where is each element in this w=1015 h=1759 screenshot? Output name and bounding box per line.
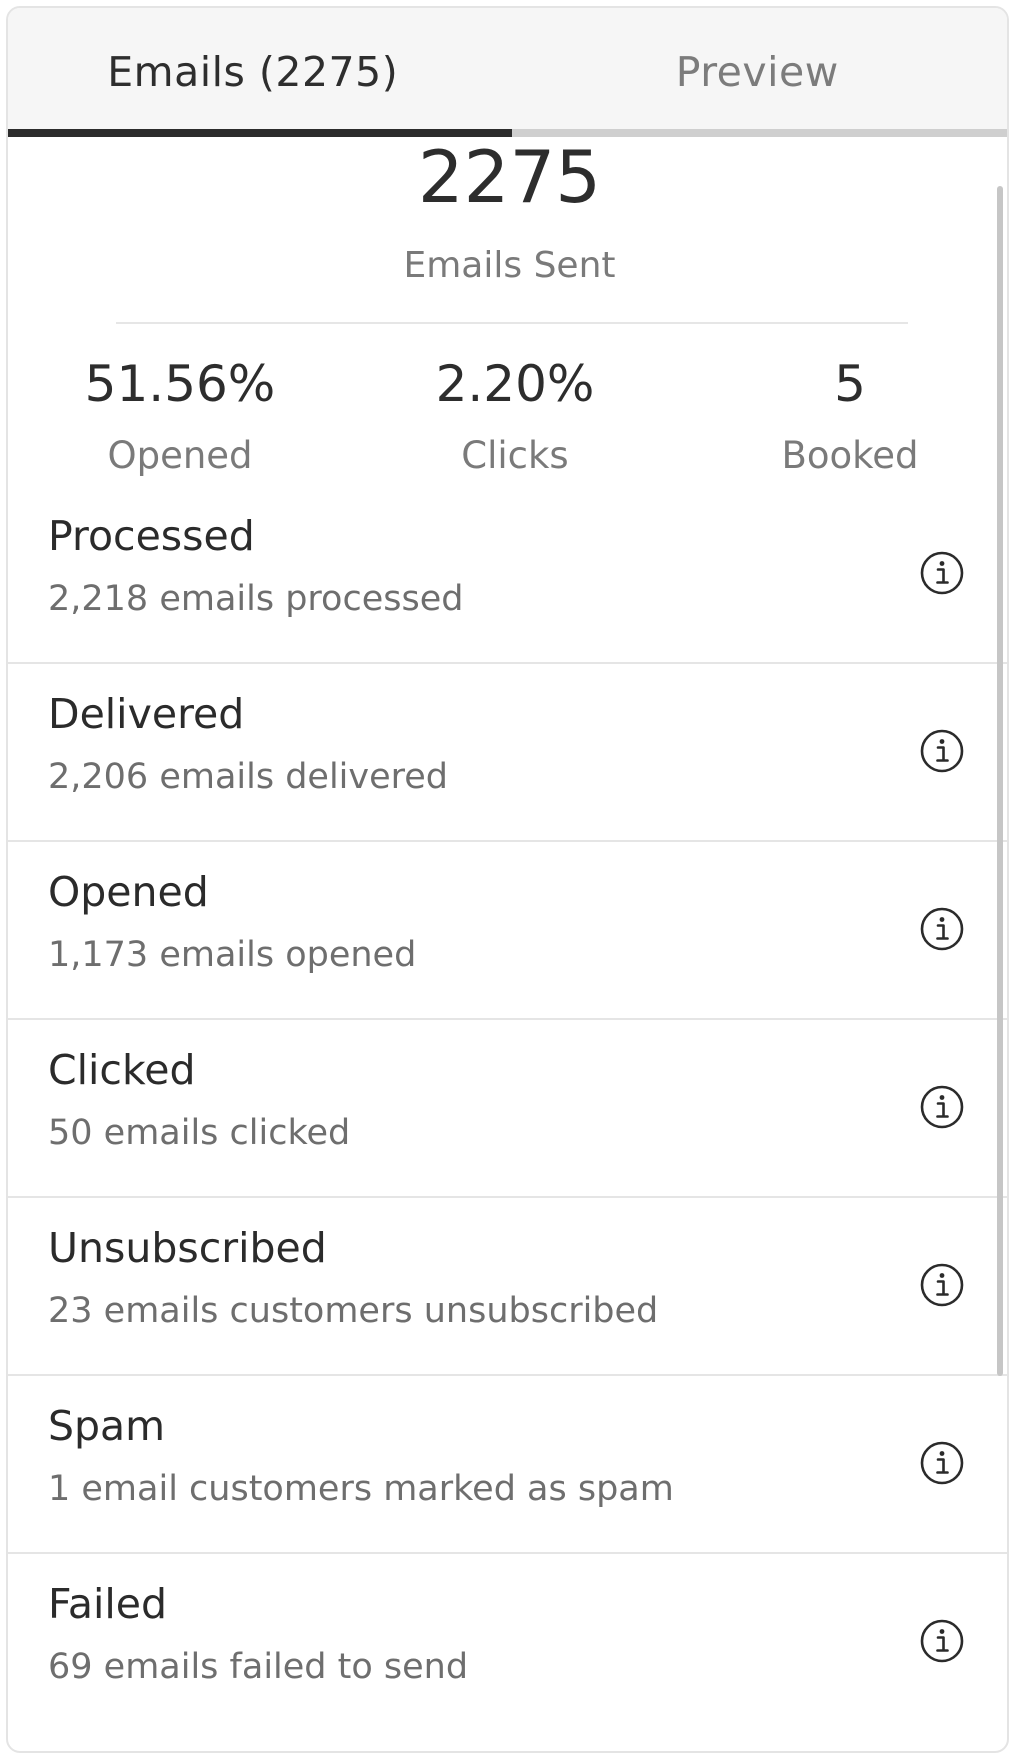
stat-opened: 51.56% Opened [30,359,330,474]
stat-booked-value: 5 [834,355,866,413]
status-row-opened: Opened 1,173 emails opened [8,842,1007,1020]
status-row-failed: Failed 69 emails failed to send [8,1554,1007,1732]
email-stats-content: 2275 Emails Sent 51.56% Opened 2.20% Cli… [8,137,1007,1751]
status-description: 2,206 emails delivered [48,757,449,797]
status-description: 1,173 emails opened [48,935,417,975]
status-title: Processed [48,512,255,560]
info-icon[interactable] [919,1618,965,1664]
status-description: 2,218 emails processed [48,579,464,619]
info-icon[interactable] [919,1262,965,1308]
status-row-clicked: Clicked 50 emails clicked [8,1020,1007,1198]
tab-underline-active [8,129,512,137]
info-icon[interactable] [919,728,965,774]
stat-clicks-value: 2.20% [435,355,595,413]
status-title: Spam [48,1402,166,1450]
status-description: 69 emails failed to send [48,1647,469,1687]
emails-sent-count: 2275 [417,137,602,219]
email-stats-panel: Emails (2275) Preview 2275 Emails Sent 5… [6,6,1009,1753]
stat-opened-value: 51.56% [84,355,276,413]
tab-emails[interactable]: Emails (2275) [8,8,508,136]
status-description: 23 emails customers unsubscribed [48,1291,659,1331]
status-row-spam: Spam 1 email customers marked as spam [8,1376,1007,1554]
status-title: Failed [48,1580,167,1628]
status-row-processed: Processed 2,218 emails processed [8,486,1007,664]
status-list: Processed 2,218 emails processed Deliver… [8,486,1007,1732]
stat-clicks-label: Clicks [461,434,569,477]
status-title: Opened [48,868,209,916]
info-icon[interactable] [919,1440,965,1486]
status-title: Clicked [48,1046,196,1094]
stat-booked-label: Booked [781,434,919,477]
vertical-scrollbar[interactable] [997,186,1003,1376]
summary-divider [116,322,908,324]
stat-clicks: 2.20% Clicks [365,359,665,474]
tab-preview[interactable]: Preview [508,8,1008,136]
stat-opened-label: Opened [107,434,253,477]
status-title: Unsubscribed [48,1224,327,1272]
status-row-delivered: Delivered 2,206 emails delivered [8,664,1007,842]
status-description: 1 email customers marked as spam [48,1469,674,1509]
status-row-unsubscribed: Unsubscribed 23 emails customers unsubsc… [8,1198,1007,1376]
status-title: Delivered [48,690,245,738]
info-icon[interactable] [919,906,965,952]
info-icon[interactable] [919,1084,965,1130]
emails-sent-label: Emails Sent [403,245,616,286]
info-icon[interactable] [919,550,965,596]
tab-bar: Emails (2275) Preview [8,8,1008,137]
status-description: 50 emails clicked [48,1113,351,1153]
stat-booked: 5 Booked [700,359,1000,474]
